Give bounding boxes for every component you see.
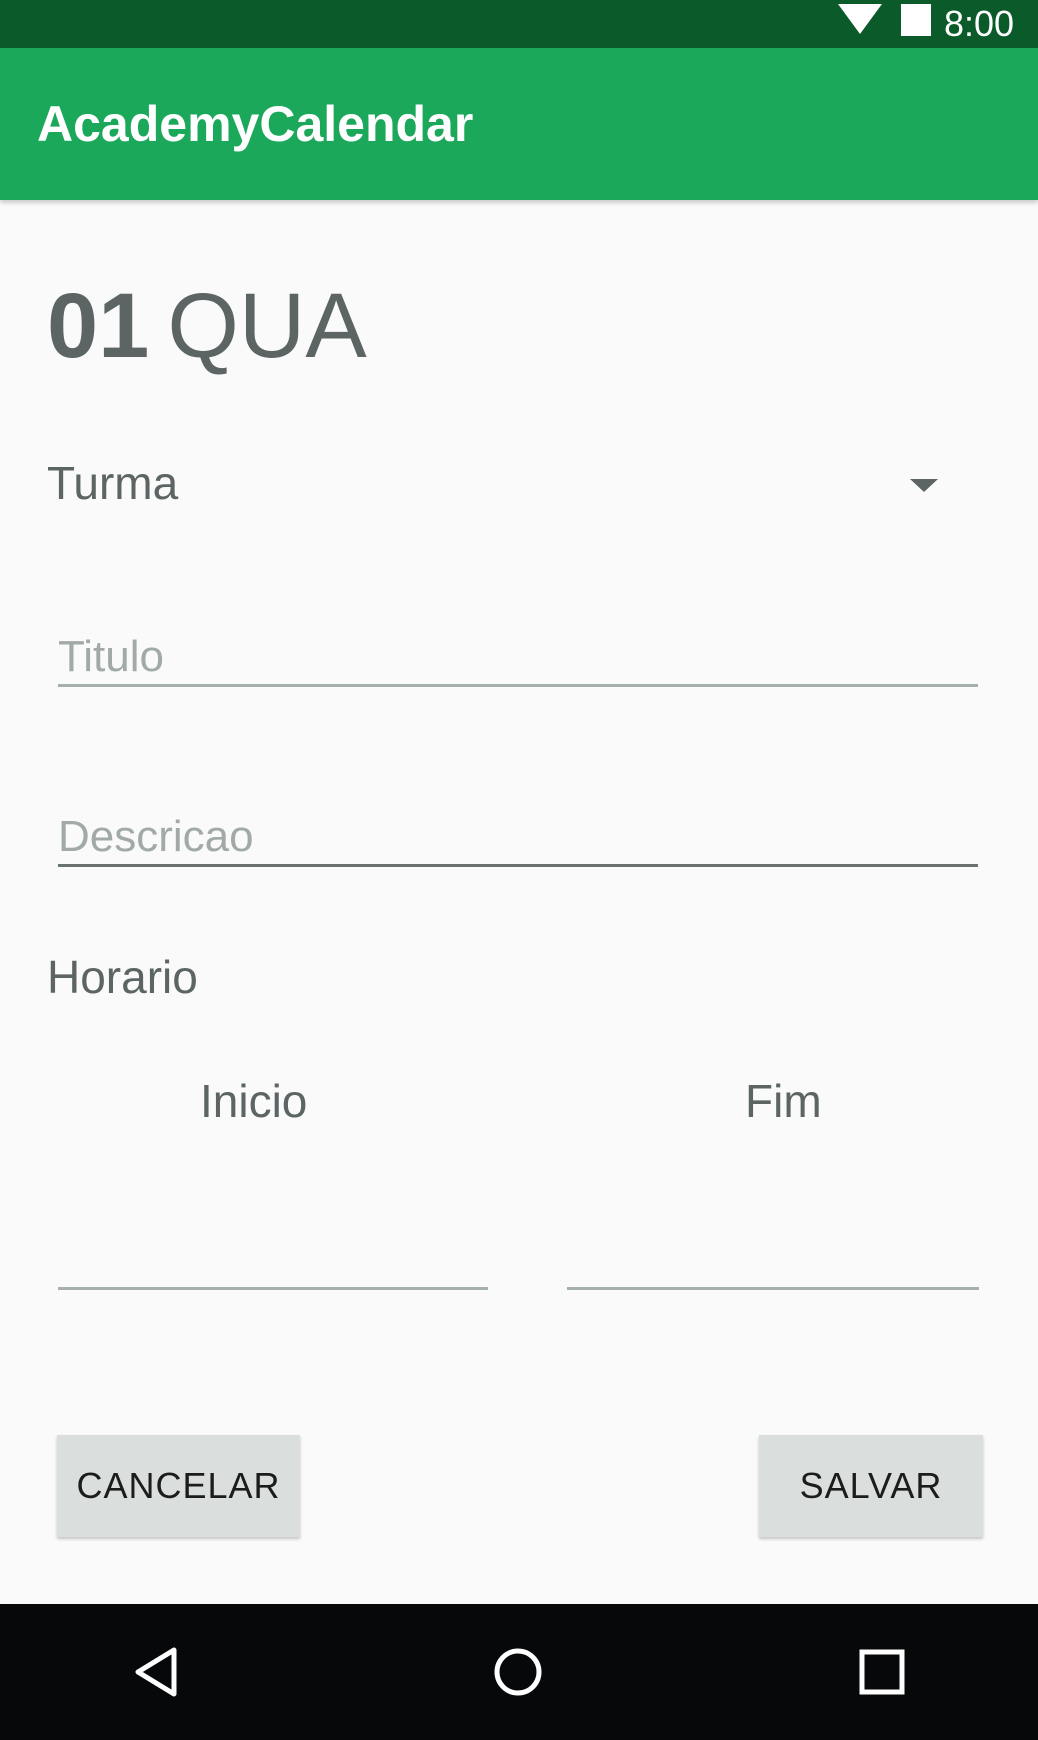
inicio-time-field[interactable] [58,1190,488,1290]
home-icon[interactable] [488,1642,548,1702]
day-name: QUA [167,275,367,377]
back-icon[interactable] [128,1642,188,1702]
descricao-field[interactable] [58,777,978,867]
status-time: 8:00 [944,3,1015,44]
inicio-label: Inicio [200,1075,308,1127]
date-heading: 01 QUA [47,276,367,376]
app-bar: AcademyCalendar [0,48,1038,200]
wifi-icon [838,4,882,34]
battery-icon [901,4,931,36]
titulo-field[interactable] [58,597,978,687]
descricao-input[interactable] [58,777,978,864]
fim-label: Fim [745,1075,822,1127]
recents-icon[interactable] [852,1642,912,1702]
save-button[interactable]: SALVAR [759,1435,983,1537]
turma-spinner[interactable]: Turma [47,456,178,510]
day-number: 01 [47,275,150,377]
titulo-input[interactable] [58,597,978,684]
horario-label: Horario [47,951,198,1003]
cancel-button[interactable]: CANCELAR [57,1435,300,1537]
app-title: AcademyCalendar [37,96,474,152]
status-bar: 8:00 [0,0,1038,48]
dropdown-arrow-icon[interactable] [910,479,938,492]
navigation-bar [0,1604,1038,1740]
fim-time-field[interactable] [567,1190,979,1290]
